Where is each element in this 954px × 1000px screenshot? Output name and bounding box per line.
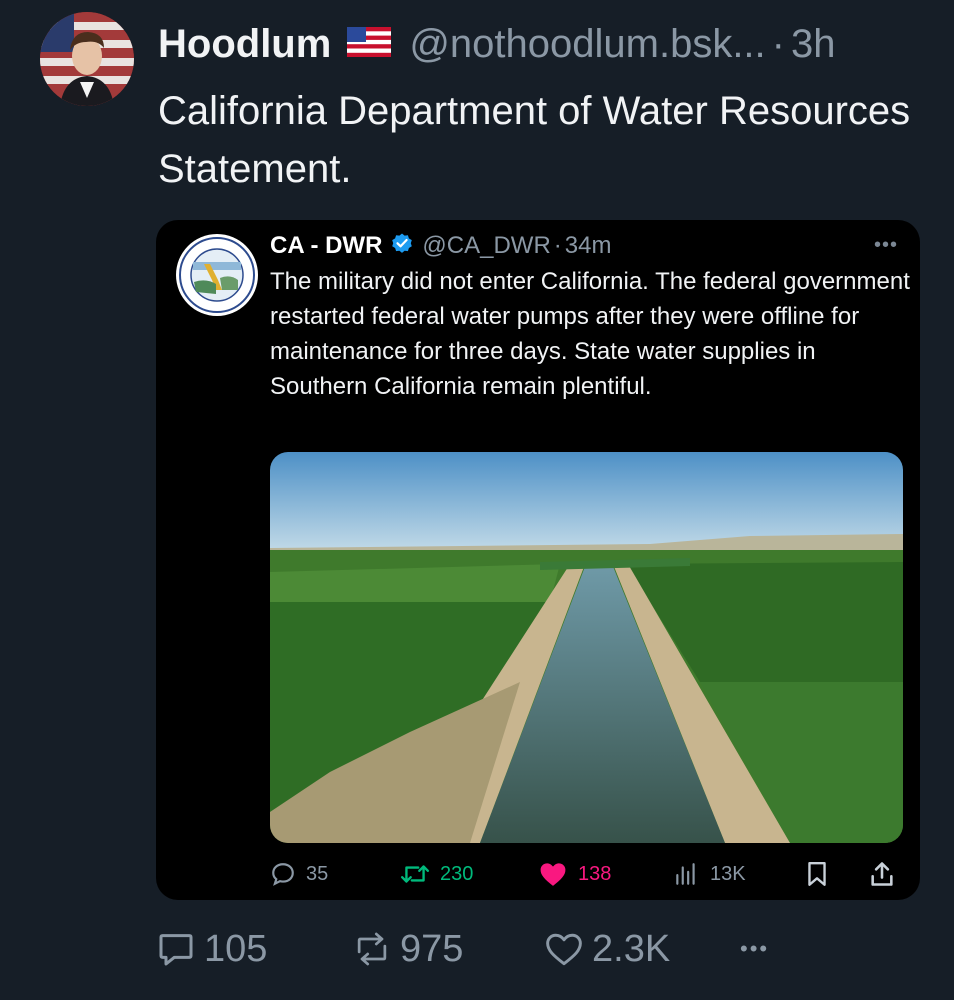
repost-count: 975: [400, 927, 464, 970]
verified-badge-icon: [390, 231, 414, 262]
more-options-label: •••: [740, 936, 770, 961]
post: Hoodlum @nothoodlum.bsk... · 3h Californ…: [0, 0, 954, 1000]
heart-outline-icon: [546, 933, 582, 966]
share-icon: [871, 862, 893, 886]
quoted-author-display-name[interactable]: CA - DWR: [270, 232, 382, 260]
quoted-post-text: The military did not enter California. T…: [270, 268, 910, 400]
author-display-name[interactable]: Hoodlum: [158, 22, 331, 67]
quoted-repost-button[interactable]: 230: [400, 856, 473, 892]
quoted-header-separator: ·: [553, 232, 562, 259]
quoted-like-button[interactable]: 138: [538, 856, 611, 892]
author-avatar[interactable]: [40, 12, 134, 106]
author-handle[interactable]: @nothoodlum.bsk...: [409, 22, 765, 67]
views-chart-icon: [676, 863, 695, 885]
like-button[interactable]: 2.3K: [544, 924, 670, 974]
reply-icon: [159, 934, 193, 966]
reply-button[interactable]: 105: [156, 924, 267, 974]
repost-button[interactable]: 975: [352, 924, 463, 974]
reply-count: 105: [204, 927, 268, 970]
heart-filled-icon: [540, 863, 566, 886]
quoted-reply-button[interactable]: 35: [270, 856, 328, 892]
quoted-post-header: CA - DWR @CA_DWR · 34m: [270, 228, 611, 264]
quoted-view-count: 13K: [710, 862, 746, 885]
us-flag-icon: [347, 22, 392, 67]
quoted-repost-count: 230: [440, 862, 474, 885]
quoted-author-handle[interactable]: @CA_DWR: [422, 232, 550, 260]
post-header: Hoodlum @nothoodlum.bsk... · 3h: [158, 18, 836, 70]
dwr-seal-icon: [177, 235, 257, 315]
quoted-views-button[interactable]: 13K: [672, 856, 746, 892]
quoted-post-image[interactable]: [270, 452, 903, 843]
canal-aerial-image: [270, 452, 903, 843]
quoted-reply-count: 35: [306, 862, 329, 885]
post-text: California Department of Water Resources…: [158, 89, 911, 191]
quoted-like-count: 138: [578, 862, 612, 885]
quoted-more-options-button[interactable]: •••: [874, 234, 898, 257]
repost-icon: [400, 865, 430, 883]
repost-icon: [357, 932, 387, 966]
quoted-actions-bar: 35 230 138 13K: [270, 856, 910, 892]
quoted-bookmark-button[interactable]: [804, 856, 840, 892]
bookmark-icon: [808, 862, 826, 886]
reply-icon: [272, 863, 294, 886]
quoted-post-timestamp[interactable]: 34m: [565, 232, 612, 260]
header-separator: ·: [771, 21, 785, 66]
quoted-post-card[interactable]: CA - DWR @CA_DWR · 34m ••• The military …: [156, 220, 920, 900]
quoted-share-button[interactable]: [868, 856, 906, 892]
like-count: 2.3K: [592, 927, 671, 970]
post-actions-bar: 105 975 2.3K •••: [156, 924, 796, 974]
quoted-author-avatar[interactable]: [176, 234, 258, 316]
more-options-button[interactable]: •••: [740, 924, 769, 974]
avatar-image: [40, 12, 134, 106]
post-timestamp[interactable]: 3h: [791, 22, 836, 67]
